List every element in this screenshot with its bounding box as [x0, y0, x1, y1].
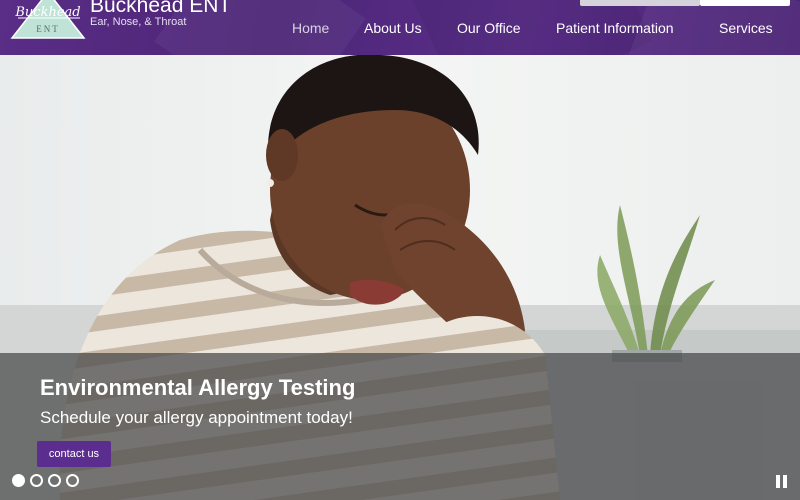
brand-tagline: Ear, Nose, & Throat [90, 16, 187, 28]
slide-title: Environmental Allergy Testing [40, 375, 356, 400]
slide-dot-2[interactable] [30, 474, 43, 487]
contact-us-button[interactable]: contact us [37, 441, 111, 467]
slide-pagination [12, 474, 92, 488]
pause-bar [776, 475, 780, 488]
nav-item-services[interactable]: Services [719, 20, 773, 36]
main-nav: Home About Us Our Office Patient Informa… [280, 20, 790, 40]
pause-bar [783, 475, 787, 488]
nav-item-home[interactable]: Home [292, 20, 329, 36]
logo-mark-text: ENT [36, 24, 60, 34]
slide-subtitle: Schedule your allergy appointment today! [40, 408, 353, 427]
pause-icon[interactable] [775, 475, 789, 489]
nav-item-our-office[interactable]: Our Office [457, 20, 521, 36]
nav-item-patient-information[interactable]: Patient Information [556, 20, 674, 36]
nav-item-about-us[interactable]: About Us [364, 20, 422, 36]
slide-dot-3[interactable] [48, 474, 61, 487]
triangle-logo-icon[interactable]: Buckhead ENT [10, 0, 86, 42]
search-button[interactable] [700, 0, 790, 6]
slide-dot-1[interactable] [12, 474, 25, 487]
logo-script-text: Buckhead [14, 5, 80, 20]
site-header: Buckhead ENT Buckhead ENT Ear, Nose, & T… [0, 0, 800, 55]
slide-dot-4[interactable] [66, 474, 79, 487]
search-input[interactable] [580, 0, 700, 6]
hero-slider: Environmental Allergy Testing Schedule y… [0, 55, 800, 500]
